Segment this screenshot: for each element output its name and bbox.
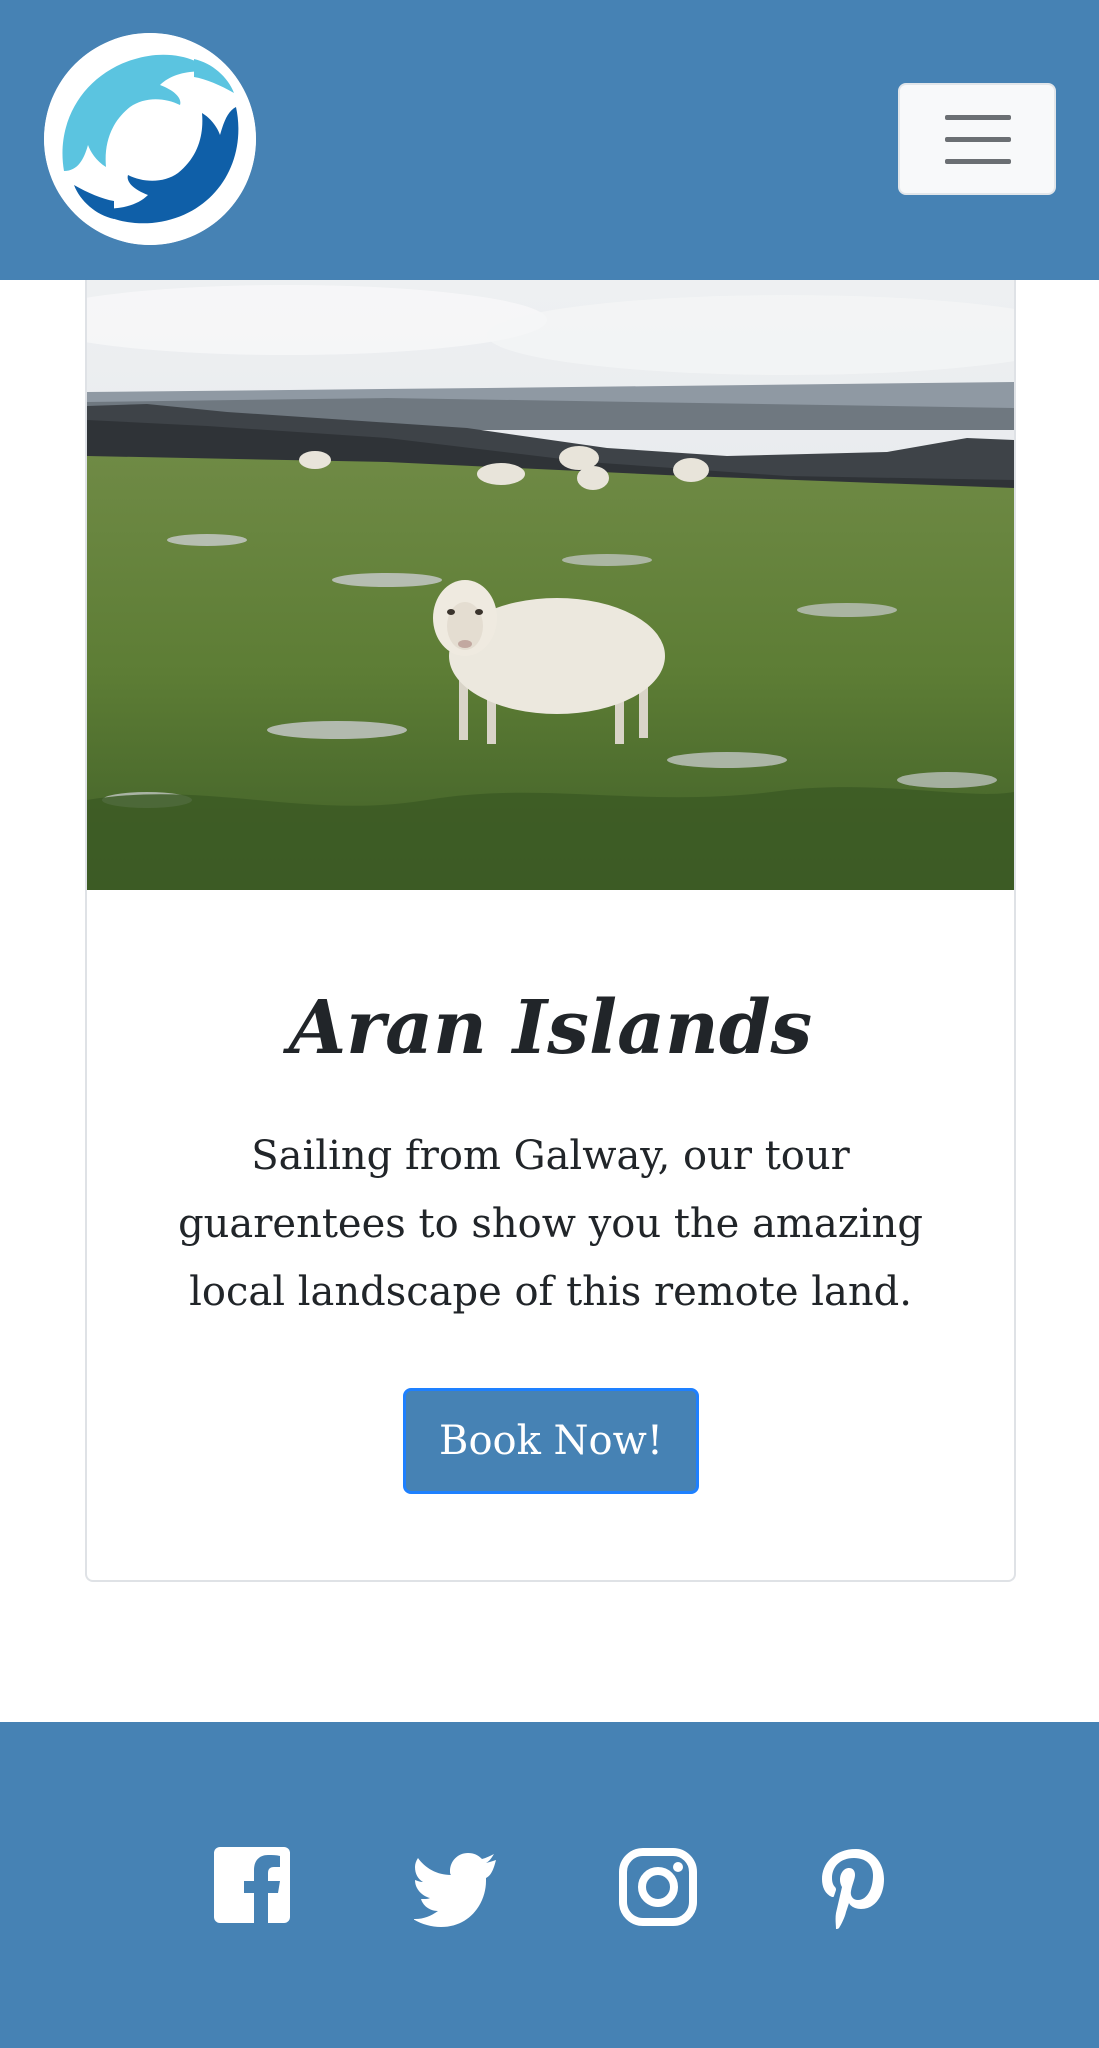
instagram-icon[interactable] [616, 1845, 700, 1929]
book-now-button[interactable]: Book Now! [403, 1388, 699, 1494]
sheep-field-photo [87, 280, 1014, 890]
hamburger-menu-icon [945, 115, 1011, 120]
hamburger-bar [945, 159, 1011, 164]
tour-card: Aran Islands Sailing from Galway, our to… [85, 280, 1016, 1582]
card-title: Aran Islands [288, 985, 813, 1071]
card-description: Sailing from Galway, our tour guarentees… [178, 1133, 923, 1315]
twitter-icon[interactable] [414, 1845, 498, 1929]
hamburger-bar [945, 137, 1011, 142]
menu-toggle-button[interactable] [898, 83, 1056, 195]
footer [0, 1722, 1099, 2048]
facebook-icon[interactable] [212, 1845, 296, 1929]
pinterest-icon[interactable] [812, 1845, 896, 1929]
dolphins-logo-icon[interactable] [44, 33, 256, 245]
navbar [0, 0, 1099, 280]
